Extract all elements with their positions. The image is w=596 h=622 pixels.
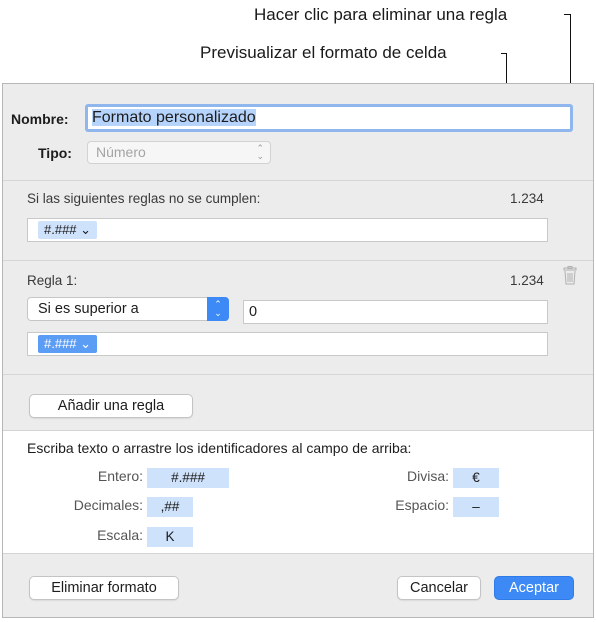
currency-token[interactable]: €	[453, 468, 499, 488]
default-format-field[interactable]: #.### ⌄	[27, 218, 548, 242]
trash-icon[interactable]	[562, 266, 578, 286]
name-input-value: Formato personalizado	[92, 109, 256, 126]
type-label: Tipo:	[38, 145, 72, 161]
decimals-label: Decimales:	[73, 497, 143, 513]
rule-condition-value: Si es superior a	[38, 301, 139, 317]
preview-format-callout: Previsualizar el formato de celda	[200, 43, 447, 62]
space-token[interactable]: –	[453, 497, 499, 517]
rule-format-token[interactable]: #.### ⌄	[38, 335, 98, 353]
name-label: Nombre:	[11, 111, 69, 127]
divider	[3, 180, 593, 181]
type-select[interactable]: Número ⌃ ⌄	[87, 141, 271, 164]
rule-label: Regla 1:	[27, 273, 78, 288]
delete-rule-callout: Hacer clic para eliminar una regla	[254, 5, 508, 24]
delete-rule-callout-tick	[564, 14, 571, 15]
accept-button[interactable]: Aceptar	[494, 576, 574, 600]
rule-preview: 1.234	[510, 273, 544, 288]
default-rule-label: Si las siguientes reglas no se cumplen:	[27, 191, 261, 206]
space-label: Espacio:	[395, 497, 449, 513]
identifiers-panel: Escriba texto o arrastre los identificad…	[3, 430, 593, 554]
preview-callout-tick	[501, 53, 507, 54]
scale-token[interactable]: K	[147, 527, 193, 547]
decimals-token[interactable]: ,##	[147, 497, 193, 517]
divider	[3, 260, 593, 261]
cancel-button[interactable]: Cancelar	[397, 576, 481, 600]
updown-chevron-icon: ⌃ ⌄	[207, 297, 229, 321]
integer-label: Entero:	[97, 468, 143, 484]
identifiers-instructions: Escriba texto o arrastre los identificad…	[27, 440, 412, 456]
rule-condition-select[interactable]: Si es superior a ⌃ ⌄	[27, 297, 229, 321]
currency-label: Divisa:	[406, 468, 449, 484]
type-select-value: Número	[96, 144, 146, 160]
scale-label: Escala:	[97, 527, 143, 543]
rule-format-field[interactable]: #.### ⌄	[27, 332, 548, 356]
default-preview: 1.234	[510, 191, 544, 206]
add-rule-button[interactable]: Añadir una regla	[29, 394, 193, 418]
custom-format-dialog: Nombre: Formato personalizado Tipo: Núme…	[2, 83, 594, 618]
divider	[3, 374, 593, 375]
rule-value-input[interactable]: 0	[243, 300, 548, 324]
default-format-token[interactable]: #.### ⌄	[38, 221, 98, 239]
updown-chevron-icon: ⌃ ⌄	[256, 143, 264, 161]
integer-token[interactable]: #.###	[147, 468, 229, 488]
name-input[interactable]: Formato personalizado	[85, 104, 573, 132]
delete-format-button[interactable]: Eliminar formato	[29, 576, 179, 600]
